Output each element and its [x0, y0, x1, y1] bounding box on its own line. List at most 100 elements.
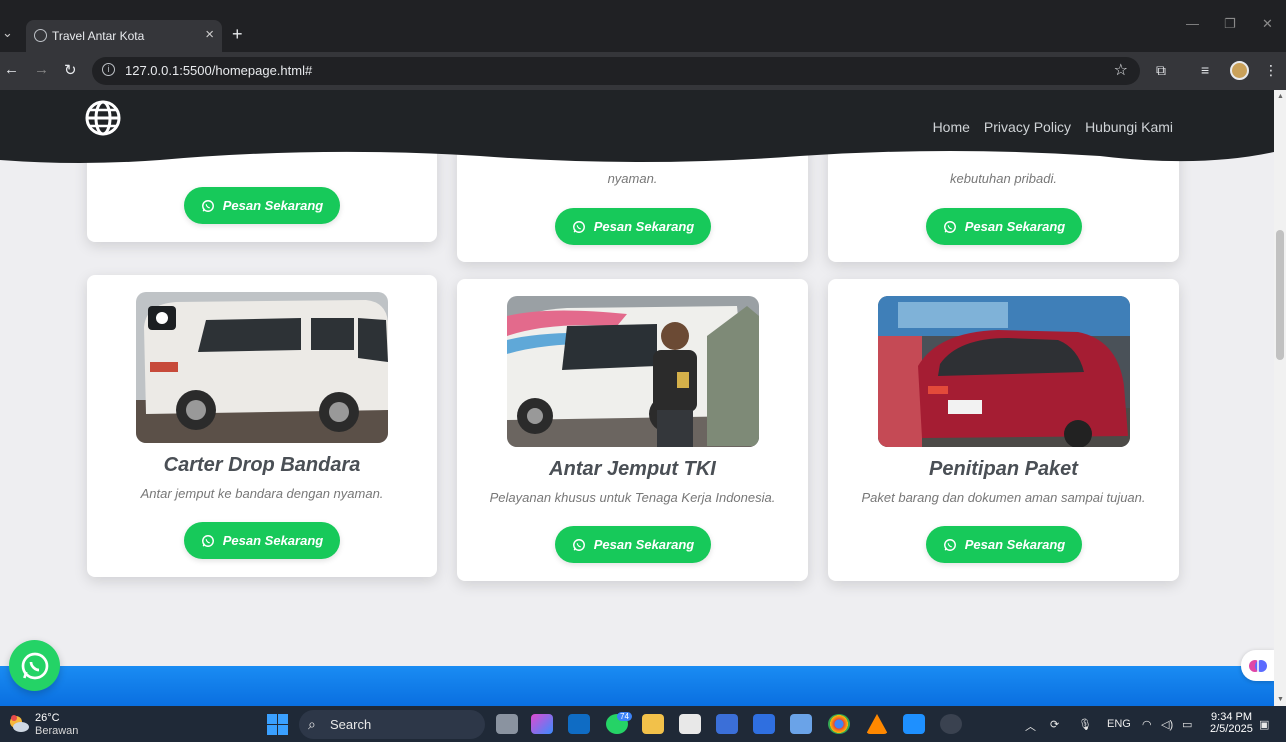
- windows-taskbar: 26°C Berawan ⌕ Search 74 ︿ ⟳ 🎙 ENG ◠ ◁) …: [0, 706, 1286, 742]
- copilot-icon[interactable]: [531, 714, 553, 734]
- cloudy-weather-icon: [10, 715, 29, 732]
- order-button-label: Pesan Sekarang: [222, 198, 324, 213]
- tray-chevron-icon[interactable]: ︿: [1025, 718, 1036, 734]
- site-info-icon[interactable]: i: [102, 63, 115, 76]
- wifi-icon[interactable]: ◠: [1142, 718, 1152, 731]
- menu-kebab-icon[interactable]: ⋮: [1264, 62, 1278, 79]
- card-description: kebutuhan pribadi.: [950, 171, 1057, 186]
- globe-logo-icon[interactable]: [85, 100, 121, 136]
- card-description: Antar jemput ke bandara dengan nyaman.: [140, 486, 384, 501]
- whatsapp-icon: [201, 534, 214, 547]
- taskbar-clock[interactable]: 9:34 PM 2/5/2025: [1210, 711, 1253, 735]
- volume-icon[interactable]: ◁): [1161, 718, 1173, 731]
- footer-band: [0, 666, 1274, 706]
- remote-desktop-icon[interactable]: [716, 714, 738, 734]
- nav-home[interactable]: Home: [933, 119, 970, 135]
- chrome-icon[interactable]: [828, 714, 850, 734]
- service-card-carter: Carter Drop Bandara Antar jemput ke band…: [87, 275, 437, 577]
- order-button-label: Pesan Sekarang: [964, 219, 1066, 234]
- new-tab-icon[interactable]: +: [232, 24, 243, 45]
- restore-icon[interactable]: ❐: [1224, 16, 1236, 32]
- whatsapp-icon: [572, 220, 585, 233]
- service-card-paket: Penitipan Paket Paket barang dan dokumen…: [828, 279, 1179, 581]
- red-car-photo: [878, 296, 1130, 447]
- order-button[interactable]: Pesan Sekarang: [555, 208, 711, 245]
- vlc-icon[interactable]: [866, 714, 888, 734]
- order-button-label: Pesan Sekarang: [593, 219, 695, 234]
- vscode-icon[interactable]: [903, 714, 925, 734]
- reload-icon[interactable]: ↻: [64, 61, 77, 79]
- scrollbar-thumb[interactable]: [1276, 230, 1284, 360]
- whatsapp-icon: [943, 220, 956, 233]
- order-button[interactable]: Pesan Sekarang: [184, 187, 340, 224]
- snipping-tool-icon[interactable]: [753, 714, 775, 734]
- url-text[interactable]: 127.0.0.1:5500/homepage.html#: [125, 63, 312, 78]
- order-button-label: Pesan Sekarang: [222, 533, 324, 548]
- sync-icon[interactable]: ⟳: [1050, 718, 1059, 731]
- nav-hubungi-kami[interactable]: Hubungi Kami: [1085, 119, 1173, 135]
- order-button[interactable]: Pesan Sekarang: [926, 208, 1082, 245]
- whatsapp-icon: [201, 199, 214, 212]
- battery-icon[interactable]: ▭: [1182, 718, 1192, 731]
- bookmark-star-icon[interactable]: ☆: [1114, 60, 1128, 80]
- taskbar-search[interactable]: ⌕ Search: [299, 710, 485, 739]
- order-button-label: Pesan Sekarang: [964, 537, 1066, 552]
- service-card-tki: Antar Jemput TKI Pelayanan khusus untuk …: [457, 279, 808, 581]
- scroll-down-icon[interactable]: ▼: [1277, 696, 1284, 703]
- order-button[interactable]: Pesan Sekarang: [184, 522, 340, 559]
- browser-toolbar: ← → ↻ i 127.0.0.1:5500/homepage.html# ☆ …: [0, 52, 1286, 90]
- van-photo: [136, 292, 388, 443]
- main-nav: Home Privacy Policy Hubungi Kami: [933, 119, 1173, 135]
- brain-icon: [1248, 659, 1267, 672]
- back-icon[interactable]: ←: [4, 61, 19, 78]
- task-view-icon[interactable]: [496, 714, 518, 734]
- photos-icon[interactable]: [790, 714, 812, 734]
- nav-privacy-policy[interactable]: Privacy Policy: [984, 119, 1071, 135]
- tab-title: Travel Antar Kota: [52, 29, 145, 43]
- forward-icon[interactable]: →: [34, 61, 49, 78]
- media-control-icon[interactable]: ≡: [1201, 62, 1209, 78]
- search-icon: ⌕: [308, 716, 316, 732]
- windows-start-icon[interactable]: [267, 714, 288, 735]
- van-driver-photo: [507, 296, 759, 447]
- microphone-icon[interactable]: 🎙: [1078, 718, 1092, 731]
- search-label: Search: [330, 717, 372, 732]
- globe-icon: [34, 29, 47, 42]
- whatsapp-icon: [21, 652, 48, 679]
- card-description: Paket barang dan dokumen aman sampai tuj…: [861, 490, 1146, 505]
- profile-avatar[interactable]: [1230, 61, 1249, 80]
- chrome-dev-icon[interactable]: [940, 714, 962, 734]
- minimize-icon[interactable]: —: [1186, 16, 1199, 31]
- notepad-icon[interactable]: [679, 714, 701, 734]
- active-tab[interactable]: Travel Antar Kota ×: [26, 20, 222, 52]
- whatsapp-badge: 74: [617, 712, 632, 721]
- address-bar[interactable]: i 127.0.0.1:5500/homepage.html# ☆: [92, 57, 1140, 85]
- order-button[interactable]: Pesan Sekarang: [555, 526, 711, 563]
- whatsapp-icon: [572, 538, 585, 551]
- card-title: Carter Drop Bandara: [163, 454, 361, 476]
- file-explorer-icon[interactable]: [642, 714, 664, 734]
- close-tab-icon[interactable]: ×: [205, 26, 214, 43]
- card-title: Penitipan Paket: [929, 458, 1078, 480]
- page-viewport: Pesan Sekarang nyaman. Pesan Sekarang ke…: [0, 90, 1274, 706]
- tab-strip: ⌄ Travel Antar Kota × +: [0, 14, 1286, 52]
- page-scrollbar[interactable]: ▲ ▼: [1274, 90, 1286, 706]
- weather-temp: 26°C: [35, 712, 60, 724]
- assistant-side-button[interactable]: [1241, 650, 1274, 681]
- close-window-icon[interactable]: ✕: [1262, 16, 1273, 32]
- notification-icon[interactable]: ▣: [1259, 718, 1269, 731]
- order-button[interactable]: Pesan Sekarang: [926, 526, 1082, 563]
- clock-time: 9:34 PM: [1211, 711, 1252, 723]
- clock-date: 2/5/2025: [1210, 723, 1253, 735]
- card-description: nyaman.: [607, 171, 658, 186]
- scroll-up-icon[interactable]: ▲: [1277, 93, 1284, 100]
- whatsapp-float-button[interactable]: [9, 640, 60, 691]
- extensions-icon[interactable]: ⧉: [1156, 62, 1166, 79]
- order-button-label: Pesan Sekarang: [593, 537, 695, 552]
- language-indicator[interactable]: ENG: [1107, 718, 1131, 730]
- weather-desc: Berawan: [35, 725, 79, 737]
- browser-titlebar: ⌄ Travel Antar Kota × + — ❐ ✕: [0, 0, 1286, 52]
- tab-list-icon[interactable]: ⌄: [2, 25, 13, 41]
- whatsapp-icon: [943, 538, 956, 551]
- outlook-icon[interactable]: [568, 714, 590, 734]
